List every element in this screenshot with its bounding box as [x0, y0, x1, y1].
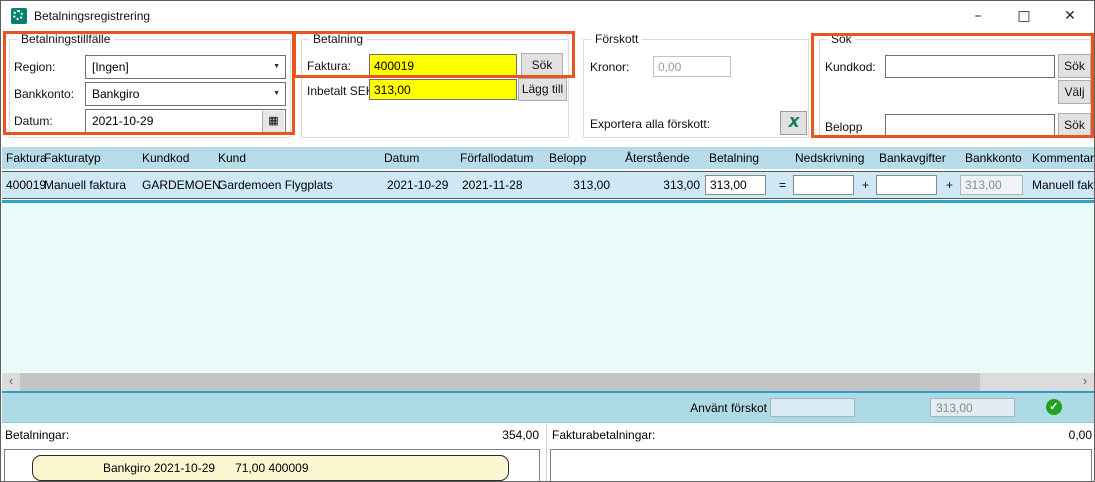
scroll-right-icon[interactable]: › [1076, 373, 1094, 391]
belopp-sok-button[interactable]: Sök [1058, 113, 1091, 137]
table-row[interactable]: 400019 Manuell faktura GARDEMOEN Gardemo… [2, 171, 1094, 199]
row-kommentar: Manuell fakt [1032, 178, 1095, 192]
titlebar: Betalningsregistrering – □ ✕ [1, 1, 1094, 31]
column-header-bankkonto[interactable]: Bankkonto [965, 151, 1022, 165]
payment-list-item[interactable]: Bankgiro 2021-10-29 71,00 400009 [32, 455, 509, 481]
datum-value: 2021-10-29 [92, 114, 153, 128]
excel-export-icon: X [788, 114, 798, 131]
row-nedskrivning-input[interactable] [793, 175, 854, 195]
region-dropdown[interactable]: [Ingen] ▼ [85, 55, 286, 79]
anvant-forskott-label: Använt förskot [690, 401, 767, 415]
column-header-bankavgifter[interactable]: Bankavgifter [879, 151, 946, 165]
betalningar-listbox[interactable]: Bankgiro 2021-10-29 71,00 400009 [4, 449, 540, 482]
column-header-nedskrivning[interactable]: Nedskrivning [795, 151, 864, 165]
equals-sign: = [779, 178, 786, 192]
kundkod-label: Kundkod: [825, 60, 876, 74]
column-header-kundkod[interactable]: Kundkod [142, 151, 189, 165]
bankkonto-label: Bankkonto: [14, 87, 74, 101]
valj-button[interactable]: Välj [1058, 80, 1091, 104]
inbetalt-input[interactable] [369, 79, 517, 100]
belopp-label: Belopp [825, 120, 862, 134]
betalningsregistrering-window: Betalningsregistrering – □ ✕ Betalningst… [0, 0, 1095, 482]
column-header-faktura[interactable]: Faktura [6, 151, 47, 165]
scrollbar-thumb[interactable] [20, 373, 980, 391]
window-title: Betalningsregistrering [34, 9, 150, 23]
fakturabetalningar-label: Fakturabetalningar: [552, 428, 655, 442]
column-header-kund[interactable]: Kund [218, 151, 246, 165]
column-header-aterstaende[interactable]: Återstående [625, 151, 690, 165]
column-header-fakturatyp[interactable]: Fakturatyp [44, 151, 101, 165]
group-sok-title: Sök [827, 32, 856, 46]
inbetalt-label: Inbetalt SEK: [307, 84, 377, 98]
row-bankkonto-input [960, 175, 1023, 195]
row-kundkod: GARDEMOEN [142, 178, 221, 192]
chevron-down-icon: ▼ [273, 63, 280, 70]
anvant-forskott-strip: Använt förskot ✓ [2, 391, 1094, 423]
kundkod-sok-button[interactable]: Sök [1058, 54, 1091, 78]
fakturabetalningar-listbox[interactable] [550, 449, 1092, 482]
row-betalning-input[interactable] [705, 175, 766, 195]
column-header-datum[interactable]: Datum [384, 151, 419, 165]
column-header-forfallodatum[interactable]: Förfallodatum [460, 151, 533, 165]
calendar-icon[interactable]: ▦ [262, 111, 284, 132]
row-fakturatyp: Manuell faktura [44, 178, 126, 192]
anvant-forskott-input[interactable] [770, 398, 855, 417]
row-bankavgifter-input[interactable] [876, 175, 937, 195]
datum-label: Datum: [14, 114, 53, 128]
chevron-down-icon: ▼ [273, 90, 280, 97]
bankkonto-dropdown[interactable]: Bankgiro ▼ [85, 82, 286, 106]
group-forskott-title: Förskott [591, 32, 642, 46]
kundkod-input[interactable] [885, 55, 1055, 78]
scroll-left-icon[interactable]: ‹ [2, 373, 20, 391]
region-dropdown-value: [Ingen] [92, 60, 129, 74]
betalningar-sum: 354,00 [471, 428, 539, 442]
faktura-label: Faktura: [307, 59, 351, 73]
group-betalningstillfalle-title: Betalningstillfälle [17, 32, 114, 46]
group-betalning-title: Betalning [309, 32, 367, 46]
app-icon [11, 8, 27, 24]
betalningar-label: Betalningar: [5, 428, 69, 442]
row-kund: Gardemoen Flygplats [218, 178, 333, 192]
anvant-forskott-amount [930, 398, 1015, 417]
minimize-icon[interactable]: – [956, 1, 1000, 31]
region-label: Region: [14, 60, 55, 74]
faktura-input[interactable] [369, 54, 517, 77]
horizontal-scrollbar[interactable]: ‹ › [2, 373, 1094, 391]
grid-header: Faktura Fakturatyp Kundkod Kund Datum Fö… [2, 147, 1094, 169]
datum-field[interactable]: 2021-10-29 ▦ [85, 109, 286, 134]
belopp-input[interactable] [885, 114, 1055, 137]
row-aterstaende: 313,00 [625, 178, 700, 192]
maximize-icon[interactable]: □ [1002, 1, 1046, 31]
faktura-sok-button[interactable]: Sök [521, 53, 563, 77]
column-header-belopp[interactable]: Belopp [549, 151, 586, 165]
lagg-till-button[interactable]: Lägg till [518, 78, 567, 101]
grid-body[interactable] [2, 203, 1094, 373]
row-forfallodatum: 2021-11-28 [462, 178, 523, 192]
plus-sign: + [862, 178, 869, 192]
bankkonto-dropdown-value: Bankgiro [92, 87, 139, 101]
exportera-label: Exportera alla förskott: [590, 117, 710, 131]
row-faktura: 400019 [6, 178, 46, 192]
row-datum: 2021-10-29 [387, 178, 448, 192]
row-belopp: 313,00 [542, 178, 610, 192]
check-circle-icon: ✓ [1046, 399, 1062, 415]
kronor-input [653, 56, 731, 77]
footer-divider [546, 423, 547, 482]
exportera-forskott-button[interactable]: X [780, 111, 807, 135]
column-header-kommentar[interactable]: Kommentar [1032, 151, 1094, 165]
app-icon-ring [13, 10, 23, 20]
close-icon[interactable]: ✕ [1048, 1, 1092, 31]
kronor-label: Kronor: [590, 60, 629, 74]
plus-sign: + [946, 178, 953, 192]
column-header-betalning[interactable]: Betalning [709, 151, 759, 165]
fakturabetalningar-sum: 0,00 [1031, 428, 1092, 442]
